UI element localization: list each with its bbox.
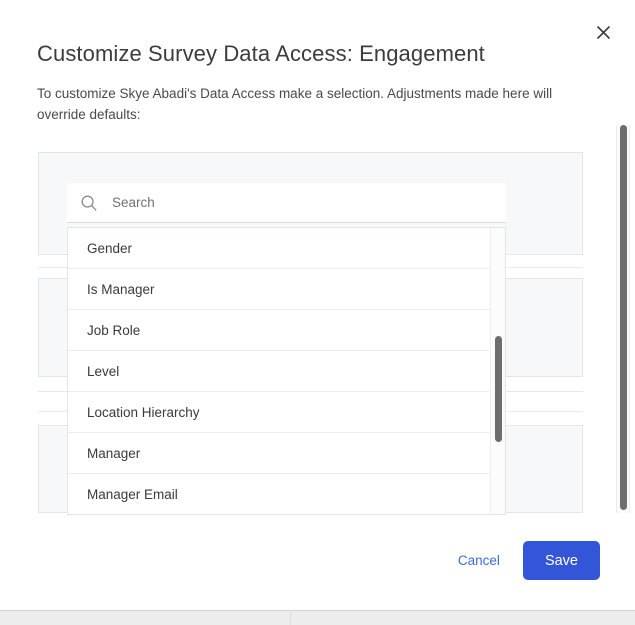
dialog-description: To customize Skye Abadi's Data Access ma… xyxy=(37,86,553,122)
search-box[interactable] xyxy=(67,183,506,223)
list-item[interactable]: Gender xyxy=(68,228,491,269)
attribute-dropdown: Gender Is Manager Job Role Level Locatio… xyxy=(67,227,506,515)
close-icon xyxy=(596,25,611,40)
cancel-button[interactable]: Cancel xyxy=(454,547,504,574)
dialog-scrollbar[interactable] xyxy=(616,125,630,513)
page-title: Customize Survey Data Access: Engagement xyxy=(37,41,485,66)
list-item[interactable]: Job Role xyxy=(68,310,491,351)
list-item[interactable]: Is Manager xyxy=(68,269,491,310)
list-item[interactable]: Manager xyxy=(68,433,491,474)
customize-data-access-dialog: Customize Survey Data Access: Engagement… xyxy=(0,0,635,611)
background-seam xyxy=(290,613,291,625)
save-button[interactable]: Save xyxy=(522,541,600,580)
attribute-selector: Gender Is Manager Job Role Level Locatio… xyxy=(67,183,506,515)
dialog-scrollbar-thumb[interactable] xyxy=(620,125,627,510)
search-icon xyxy=(80,194,98,212)
dropdown-scrollbar-thumb[interactable] xyxy=(495,336,502,442)
list-item[interactable]: Location Hierarchy xyxy=(68,392,491,433)
dialog-footer: Cancel Save xyxy=(454,541,600,580)
page-background-strip xyxy=(0,611,635,625)
close-dialog-button[interactable] xyxy=(590,19,616,45)
list-item[interactable]: Manager Email xyxy=(68,474,491,514)
dropdown-scrollbar[interactable] xyxy=(490,228,505,514)
search-input[interactable] xyxy=(112,183,506,222)
attribute-option-list: Gender Is Manager Job Role Level Locatio… xyxy=(68,228,491,514)
list-item[interactable]: Level xyxy=(68,351,491,392)
